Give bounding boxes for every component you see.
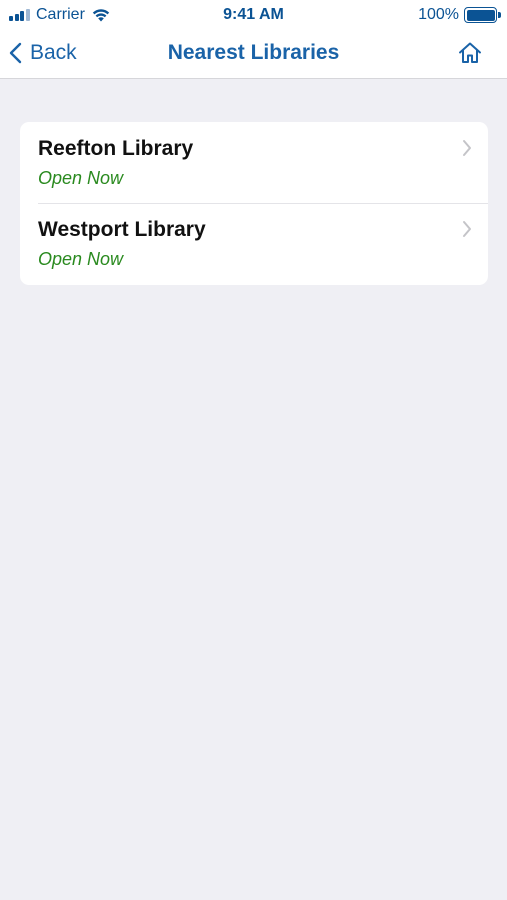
library-name: Reefton Library	[38, 137, 194, 160]
battery-fill	[466, 9, 495, 21]
status-right: 100%	[418, 6, 501, 24]
library-list: Reefton Library Open Now Westport Librar…	[20, 122, 488, 285]
battery-icon	[464, 7, 501, 23]
home-icon[interactable]	[457, 40, 483, 66]
status-bar: Carrier 9:41 AM 100%	[0, 0, 507, 30]
library-status: Open Now	[38, 168, 124, 188]
screen: Carrier 9:41 AM 100% Back Nearest Librar…	[0, 0, 507, 900]
page-title: Nearest Libraries	[167, 41, 340, 64]
list-item-westport-library[interactable]: Westport Library Open Now	[20, 203, 488, 284]
list-item-reefton-library[interactable]: Reefton Library Open Now	[20, 122, 488, 203]
chevron-right-icon	[463, 140, 471, 156]
chevron-right-icon	[463, 221, 471, 237]
battery-percentage: 100%	[418, 6, 459, 23]
navigation-bar: Back Nearest Libraries	[0, 30, 507, 79]
library-name: Westport Library	[38, 218, 206, 241]
library-status: Open Now	[38, 249, 124, 269]
